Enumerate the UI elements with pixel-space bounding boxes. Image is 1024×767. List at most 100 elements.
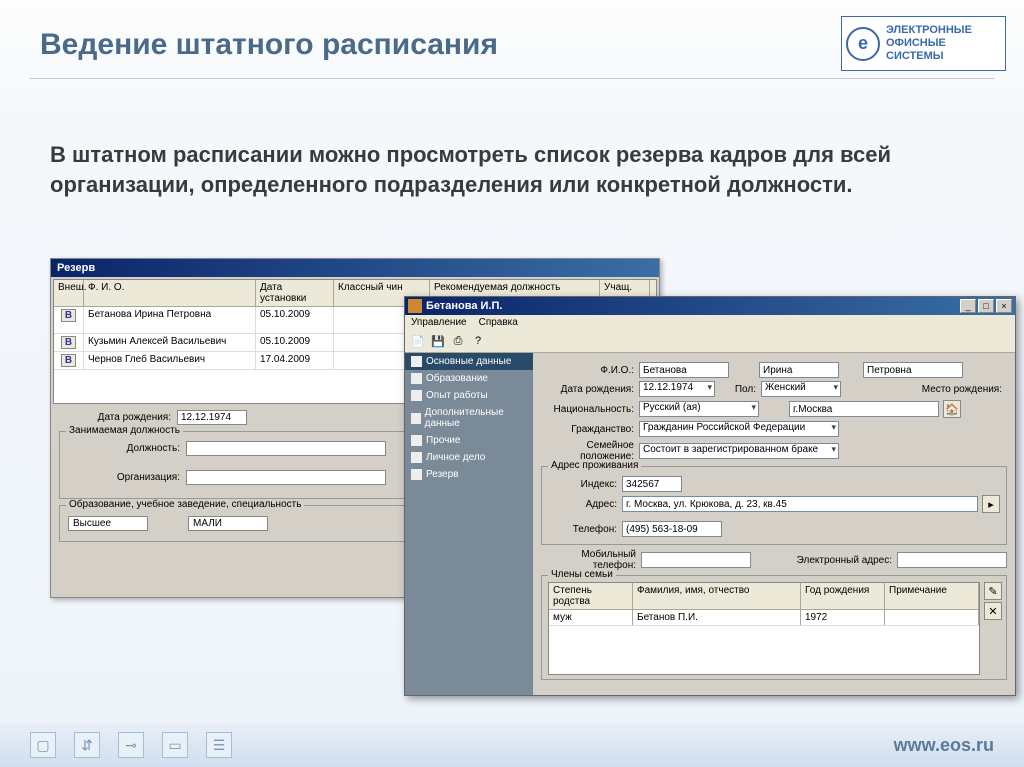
- sidebar-label: Резерв: [426, 469, 458, 480]
- address-legend: Адрес проживания: [548, 460, 641, 471]
- cell-fio: Чернов Глеб Васильевич: [84, 352, 256, 369]
- position-legend: Занимаемая должность: [66, 425, 183, 436]
- home-icon[interactable]: 🏠: [943, 400, 961, 418]
- family-delete-button[interactable]: ✕: [984, 602, 1002, 620]
- citizenship-select[interactable]: Гражданин Российской Федерации: [639, 421, 839, 437]
- position-input[interactable]: [186, 441, 386, 456]
- address-input[interactable]: [622, 496, 978, 512]
- firstname-input[interactable]: [759, 362, 839, 378]
- close-button[interactable]: ×: [996, 299, 1012, 313]
- add-icon: [411, 413, 421, 424]
- family-row[interactable]: муж Бетанов П.И. 1972: [549, 610, 979, 626]
- email-label: Электронный адрес:: [751, 555, 897, 566]
- position-label: Должность:: [68, 443, 186, 454]
- detail-panel: Ф.И.О.: Дата рождения: 12.12.1974 Пол: Ж…: [533, 353, 1015, 695]
- edu-level: Высшее: [68, 516, 148, 531]
- minimize-button[interactable]: _: [960, 299, 976, 313]
- address-nav-icon[interactable]: ▸: [982, 495, 1000, 513]
- logo-icon: е: [846, 27, 880, 61]
- cell-date: 05.10.2009: [256, 334, 334, 351]
- footer: ▢ ⇵ ⊸ ▭ ☰ www.eos.ru: [0, 723, 1024, 767]
- dob-label: Дата рождения:: [59, 412, 177, 423]
- phone-input[interactable]: [622, 521, 722, 537]
- cell-relation: муж: [549, 610, 633, 625]
- col-relation[interactable]: Степень родства: [549, 583, 633, 609]
- menu-bar: Управление Справка: [405, 315, 1015, 330]
- brand-logo: е ЭЛЕКТРОННЫЕ ОФИСНЫЕ СИСТЕМЫ: [841, 16, 1006, 71]
- ext-badge[interactable]: В: [61, 309, 76, 322]
- cell-name: Бетанов П.И.: [633, 610, 801, 625]
- footer-icon-5[interactable]: ☰: [206, 732, 232, 758]
- sidebar-item-reserve[interactable]: Резерв: [405, 466, 533, 483]
- org-input[interactable]: [186, 470, 386, 485]
- doc-icon: [411, 356, 422, 367]
- cell-fio: Кузьмин Алексей Васильевич: [84, 334, 256, 351]
- birthplace-label: Место рождения:: [841, 384, 1007, 395]
- sidebar-item-education[interactable]: Образование: [405, 370, 533, 387]
- midname-input[interactable]: [863, 362, 963, 378]
- exp-icon: [411, 390, 422, 401]
- sex-label: Пол:: [715, 384, 761, 395]
- sex-select[interactable]: Женский: [761, 381, 841, 397]
- new-button[interactable]: 📄: [409, 332, 427, 350]
- menu-manage[interactable]: Управление: [411, 317, 467, 328]
- family-grid[interactable]: Степень родства Фамилия, имя, отчество Г…: [548, 582, 980, 675]
- logo-line3: СИСТЕМЫ: [886, 50, 972, 63]
- sidebar-item-other[interactable]: Прочие: [405, 432, 533, 449]
- cell-date: 05.10.2009: [256, 307, 334, 333]
- slide-title: Ведение штатного расписания: [40, 28, 498, 62]
- edu-institution: МАЛИ: [188, 516, 268, 531]
- col-ext[interactable]: Внеш.: [54, 280, 84, 306]
- ext-badge[interactable]: В: [61, 354, 76, 367]
- sidebar-label: Личное дело: [426, 452, 485, 463]
- print-button[interactable]: ⎙: [449, 332, 467, 350]
- footer-icon-3[interactable]: ⊸: [118, 732, 144, 758]
- email-input[interactable]: [897, 552, 1007, 568]
- titlebar[interactable]: Бетанова И.П. _ □ ×: [405, 297, 1015, 315]
- help-button[interactable]: ?: [469, 332, 487, 350]
- slide-body: В штатном расписании можно просмотреть с…: [50, 140, 964, 199]
- mobile-input[interactable]: [641, 552, 751, 568]
- family-edit-button[interactable]: ✎: [984, 582, 1002, 600]
- footer-icon-2[interactable]: ⇵: [74, 732, 100, 758]
- family-legend: Члены семьи: [548, 569, 616, 580]
- col-fio[interactable]: Ф. И. О.: [84, 280, 256, 306]
- sidebar-label: Основные данные: [426, 356, 511, 367]
- window-title: Бетанова И.П.: [426, 300, 958, 312]
- sidebar-label: Опыт работы: [426, 390, 488, 401]
- index-input[interactable]: [622, 476, 682, 492]
- nationality-select[interactable]: Русский (ая): [639, 401, 759, 417]
- sidebar-item-experience[interactable]: Опыт работы: [405, 387, 533, 404]
- lastname-input[interactable]: [639, 362, 729, 378]
- logo-line1: ЭЛЕКТРОННЫЕ: [886, 24, 972, 37]
- col-name[interactable]: Фамилия, имя, отчество: [633, 583, 801, 609]
- phone-label: Телефон:: [548, 524, 622, 535]
- reserve-window-title: Резерв: [51, 259, 659, 277]
- col-note[interactable]: Примечание: [885, 583, 979, 609]
- footer-icon-1[interactable]: ▢: [30, 732, 56, 758]
- footer-link[interactable]: www.eos.ru: [894, 735, 994, 756]
- edu-legend: Образование, учебное заведение, специаль…: [66, 499, 304, 510]
- sidebar-label: Дополнительные данные: [425, 407, 527, 429]
- maximize-button[interactable]: □: [978, 299, 994, 313]
- sidebar-item-personal[interactable]: Личное дело: [405, 449, 533, 466]
- dob-input[interactable]: [177, 410, 247, 425]
- marital-select[interactable]: Состоит в зарегистрированном браке: [639, 443, 839, 459]
- footer-icon-4[interactable]: ▭: [162, 732, 188, 758]
- menu-help[interactable]: Справка: [479, 317, 518, 328]
- app-icon: [408, 299, 422, 313]
- ext-badge[interactable]: В: [61, 336, 76, 349]
- address-label: Адрес:: [548, 499, 622, 510]
- dob-select[interactable]: 12.12.1974: [639, 381, 715, 397]
- birthplace-input[interactable]: [789, 401, 939, 417]
- org-label: Организация:: [68, 472, 186, 483]
- sidebar-item-additional[interactable]: Дополнительные данные: [405, 404, 533, 432]
- reserve-icon: [411, 469, 422, 480]
- toolbar: 📄 💾 ⎙ ?: [405, 330, 1015, 353]
- sidebar-item-main[interactable]: Основные данные: [405, 353, 533, 370]
- save-button[interactable]: 💾: [429, 332, 447, 350]
- col-date[interactable]: Дата установки: [256, 280, 334, 306]
- sidebar-label: Образование: [426, 373, 488, 384]
- col-year[interactable]: Год рождения: [801, 583, 885, 609]
- dob-label: Дата рождения:: [541, 384, 639, 395]
